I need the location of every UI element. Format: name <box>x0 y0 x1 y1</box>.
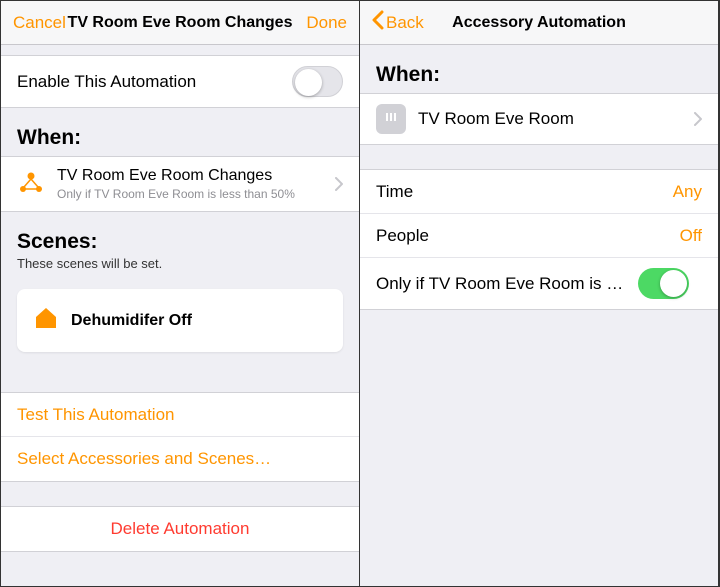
people-row[interactable]: People Off <box>360 214 718 258</box>
back-button[interactable]: Back <box>368 10 428 35</box>
home-icon <box>33 305 59 336</box>
navbar-left: Cancel TV Room Eve Room Changes Done <box>1 1 359 45</box>
select-accessories-label: Select Accessories and Scenes… <box>17 449 343 469</box>
enable-toggle[interactable] <box>292 66 343 97</box>
test-automation-row[interactable]: Test This Automation <box>1 393 359 437</box>
when-header: When: <box>1 108 359 156</box>
scene-name: Dehumidifer Off <box>71 312 192 330</box>
trigger-title: TV Room Eve Room Changes <box>57 167 323 185</box>
done-button[interactable]: Done <box>302 13 351 33</box>
condition-label: Only if TV Room Eve Room is less th… <box>376 274 626 294</box>
trigger-subtitle: Only if TV Room Eve Room is less than 50… <box>57 187 323 201</box>
condition-row[interactable]: Only if TV Room Eve Room is less th… <box>360 258 718 309</box>
cancel-button[interactable]: Cancel <box>9 13 70 33</box>
select-accessories-row[interactable]: Select Accessories and Scenes… <box>1 437 359 481</box>
sensor-icon <box>376 104 406 134</box>
people-label: People <box>376 226 668 246</box>
trigger-icon <box>17 168 45 201</box>
navbar-title: TV Room Eve Room Changes <box>68 14 293 32</box>
when-header-right: When: <box>360 45 718 93</box>
delete-automation-label: Delete Automation <box>17 519 343 539</box>
navbar-right: Back Accessory Automation <box>360 1 718 45</box>
delete-automation-row[interactable]: Delete Automation <box>1 507 359 551</box>
chevron-right-icon <box>335 177 343 191</box>
enable-label: Enable This Automation <box>17 72 280 92</box>
time-label: Time <box>376 182 661 202</box>
accessory-name: TV Room Eve Room <box>418 109 682 129</box>
trigger-row[interactable]: TV Room Eve Room Changes Only if TV Room… <box>1 157 359 211</box>
navbar-title-right: Accessory Automation <box>452 14 626 32</box>
chevron-right-icon <box>694 112 702 126</box>
scene-card[interactable]: Dehumidifer Off <box>17 289 343 352</box>
test-automation-label: Test This Automation <box>17 405 343 425</box>
time-value: Any <box>673 182 702 202</box>
accessory-automation-screen: Back Accessory Automation When: TV Room … <box>360 1 719 586</box>
scenes-sub: These scenes will be set. <box>1 256 359 279</box>
content-left: Enable This Automation When: TV Room Eve… <box>1 45 359 586</box>
condition-toggle[interactable] <box>638 268 689 299</box>
scenes-header: Scenes: <box>1 212 359 256</box>
automation-detail-screen: Cancel TV Room Eve Room Changes Done Ena… <box>1 1 360 586</box>
back-label: Back <box>386 13 424 33</box>
people-value: Off <box>680 226 702 246</box>
chevron-left-icon <box>372 10 384 35</box>
content-right: When: TV Room Eve Room Time Any People O… <box>360 45 718 586</box>
enable-automation-row[interactable]: Enable This Automation <box>1 56 359 107</box>
accessory-row[interactable]: TV Room Eve Room <box>360 94 718 144</box>
time-row[interactable]: Time Any <box>360 170 718 214</box>
